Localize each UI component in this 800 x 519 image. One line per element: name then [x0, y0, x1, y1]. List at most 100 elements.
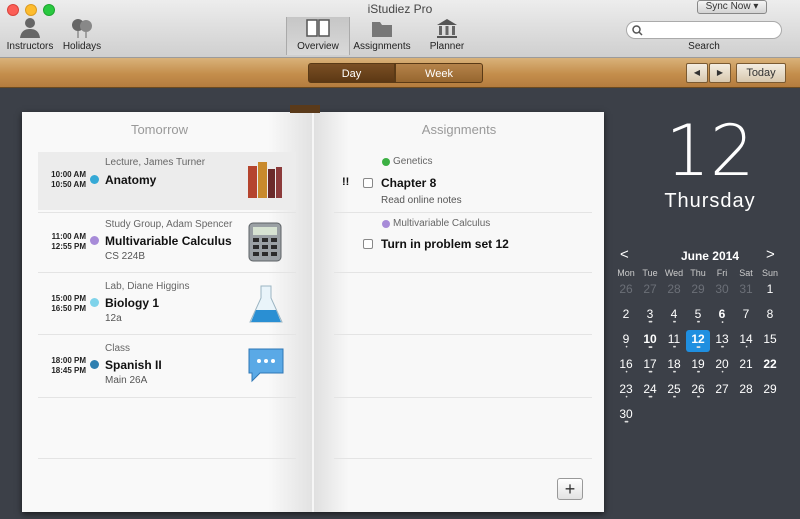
calendar-day[interactable]: 8: [758, 305, 782, 327]
class-time: 18:00 PM 18:45 PM: [51, 356, 86, 375]
calendar-day[interactable]: 28: [734, 380, 758, 402]
class-title: Multivariable Calculus: [105, 234, 232, 248]
calendar-day[interactable]: 13 ••: [710, 330, 734, 352]
calendar-day[interactable]: 25 ••: [662, 380, 686, 402]
calendar-day[interactable]: 21: [734, 355, 758, 377]
assignment-checkbox[interactable]: [363, 178, 373, 188]
course-color-dot: [90, 360, 99, 369]
calendar-day-number: 28: [667, 282, 681, 296]
calendar-day[interactable]: 11 ••: [662, 330, 686, 352]
calendar-day-number: 14: [739, 332, 753, 346]
calendar-day[interactable]: 29: [758, 380, 782, 402]
toolbar-holidays-button[interactable]: Holidays: [60, 17, 104, 55]
calendar-day[interactable]: 1: [758, 280, 782, 302]
course-color-dot: [90, 298, 99, 307]
calendar-day[interactable]: 29: [686, 280, 710, 302]
event-indicator-dots: •••: [648, 395, 652, 401]
event-indicator-dots: •••: [696, 345, 700, 351]
sync-label: Sync Now: [705, 1, 751, 12]
calendar-day-number: 23: [619, 382, 633, 396]
calendar-day[interactable]: 14 •: [734, 330, 758, 352]
calendar-day[interactable]: 12 •••: [686, 330, 710, 352]
toolbar-assignments-button[interactable]: Assignments: [352, 17, 412, 55]
calendar-day-number: 29: [763, 382, 777, 396]
course-color-dot: [90, 236, 99, 245]
calendar-day-number: 22: [763, 357, 777, 371]
calendar-day[interactable]: 24 •••: [638, 380, 662, 402]
calendar-day[interactable]: 22: [758, 355, 782, 377]
calendar-day[interactable]: 30: [710, 280, 734, 302]
calendar-day-number: 25: [667, 382, 681, 396]
calendar-day[interactable]: 7: [734, 305, 758, 327]
calendar-day[interactable]: 18 ••: [662, 355, 686, 377]
class-type: Lab, Diane Higgins: [105, 281, 190, 292]
calendar-day[interactable]: 3 •••: [638, 305, 662, 327]
event-indicator-dots: •: [625, 395, 627, 401]
calendar-day[interactable]: 6 •: [710, 305, 734, 327]
calendar-day[interactable]: 23 •: [614, 380, 638, 402]
calendar-day-number: 2: [622, 307, 630, 321]
course-color-dot: [382, 220, 390, 228]
weekday-label: Sun: [761, 268, 778, 278]
day-view-button[interactable]: Day: [308, 63, 395, 83]
class-title: Anatomy: [105, 173, 157, 187]
sync-now-button[interactable]: Sync Now ▾: [697, 0, 767, 14]
assignment-note: Read online notes: [381, 195, 462, 206]
calendar-day[interactable]: 17 •••: [638, 355, 662, 377]
calendar-day-number: 29: [691, 282, 705, 296]
week-view-button[interactable]: Week: [395, 63, 483, 83]
weekday-label: Fri: [716, 268, 728, 278]
books-icon: [248, 162, 282, 198]
weekday-label: Thu: [690, 268, 706, 278]
class-type: Study Group, Adam Spencer: [105, 219, 233, 230]
open-book-icon: [306, 19, 330, 37]
previous-day-button[interactable]: ◀: [686, 63, 708, 83]
calendar-day[interactable]: 26: [614, 280, 638, 302]
calendar-day-number: 27: [643, 282, 657, 296]
assignment-title: Chapter 8: [381, 176, 437, 190]
schedule-header: Tomorrow: [130, 122, 189, 137]
calendar-day-number: 8: [766, 307, 774, 321]
class-time: 15:00 PM 16:50 PM: [51, 294, 86, 313]
event-indicator-dots: •: [721, 320, 723, 326]
calendar-day[interactable]: 26 ••: [686, 380, 710, 402]
calendar-day[interactable]: 2: [614, 305, 638, 327]
event-indicator-dots: •••: [648, 345, 652, 351]
calendar-day[interactable]: 30 •••: [614, 405, 638, 427]
calendar-day[interactable]: 20 •: [710, 355, 734, 377]
chevron-down-icon: ▾: [753, 1, 759, 12]
toolbar-planner-button[interactable]: Planner: [424, 17, 470, 55]
calendar-day[interactable]: 16 •: [614, 355, 638, 377]
calendar-day[interactable]: 5 ••: [686, 305, 710, 327]
search-input[interactable]: [626, 21, 782, 39]
class-type: Lecture, James Turner: [105, 157, 206, 168]
calendar-day[interactable]: 10 •••: [638, 330, 662, 352]
next-day-button[interactable]: ▶: [709, 63, 731, 83]
assignment-checkbox[interactable]: [363, 239, 373, 249]
assignments-label: Assignments: [353, 41, 411, 52]
calendar-day[interactable]: 28: [662, 280, 686, 302]
add-assignment-button[interactable]: +: [557, 478, 583, 500]
toolbar-overview-button[interactable]: Overview: [286, 17, 350, 55]
previous-month-button[interactable]: <: [620, 246, 629, 263]
calendar-day[interactable]: 4 ••: [662, 305, 686, 327]
calendar-day[interactable]: 19 ••: [686, 355, 710, 377]
calendar-day-number: 4: [670, 307, 678, 321]
calendar-day-number: 17: [643, 357, 657, 371]
today-button[interactable]: Today: [736, 63, 786, 83]
next-month-button[interactable]: >: [766, 246, 775, 263]
calendar-day[interactable]: 9 •: [614, 330, 638, 352]
calculator-icon: [248, 222, 282, 262]
calendar-day-number: 26: [691, 382, 705, 396]
current-day-number: 12: [665, 110, 755, 192]
toolbar-instructors-button[interactable]: Instructors: [4, 17, 56, 55]
event-indicator-dots: •: [721, 370, 723, 376]
balloons-icon: [72, 19, 92, 38]
window-title: iStudiez Pro: [367, 2, 433, 16]
calendar-day[interactable]: 15: [758, 330, 782, 352]
calendar-day[interactable]: 31: [734, 280, 758, 302]
bookmark-ribbon: [290, 105, 320, 113]
calendar-day[interactable]: 27: [710, 380, 734, 402]
calendar-day[interactable]: 27: [638, 280, 662, 302]
weekday-label: Sat: [739, 268, 753, 278]
